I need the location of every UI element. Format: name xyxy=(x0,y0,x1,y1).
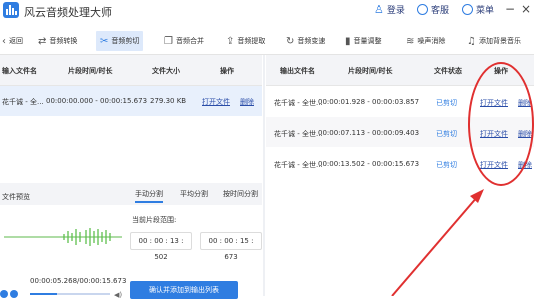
col-input-filename: 输入文件名 xyxy=(2,67,37,75)
tab-audio-cut[interactable]: ✂ 音频剪切 xyxy=(96,31,144,51)
output-status: 已剪切 xyxy=(436,130,457,138)
tab-audio-convert-label: 音频转换 xyxy=(49,37,78,45)
annotation-ellipse xyxy=(468,62,534,186)
menu-label: 菜单 xyxy=(476,6,495,16)
start-time-input[interactable]: 00 : 00 : 13 : 502 xyxy=(130,232,192,261)
input-file-size: 279.30 KB xyxy=(150,97,187,105)
app-logo-icon xyxy=(3,2,19,18)
output-status: 已剪切 xyxy=(436,99,457,107)
extract-icon: ⇪ xyxy=(226,35,235,47)
input-panel: 输入文件名 片段时间/时长 文件大小 操作 花千诚 - 全... 00:00:0… xyxy=(0,55,262,299)
support-label: 客服 xyxy=(431,6,450,16)
tab-audio-extract[interactable]: ⇪ 音频提取 xyxy=(226,31,265,51)
back-arrow-icon: ‹ xyxy=(2,35,6,47)
tab-time-split[interactable]: 按时间分割 xyxy=(223,189,258,199)
output-filename: 花千诚 - 全世... xyxy=(274,161,323,169)
tab-audio-merge[interactable]: ❐ 音频合并 xyxy=(164,31,204,51)
tab-audio-speed-label: 音频变速 xyxy=(297,37,326,45)
col-input-action: 操作 xyxy=(220,67,234,75)
merge-icon: ❐ xyxy=(164,35,173,47)
menu-button[interactable]: 菜单 xyxy=(462,3,494,16)
playback-controls: ◀) xyxy=(0,290,122,298)
output-time-range: 00:00:07.113 - 00:00:09.403 xyxy=(318,129,420,137)
tab-audio-merge-label: 音频合并 xyxy=(175,37,204,45)
function-toolbar: ‹ 返回 ⇄ 音频转换 ✂ 音频剪切 ❐ 音频合并 ⇪ 音频提取 ↻ 音频变速 … xyxy=(0,27,534,55)
speed-icon: ↻ xyxy=(286,35,295,47)
login-button[interactable]: ♙ 登录 xyxy=(374,3,405,16)
convert-icon: ⇄ xyxy=(38,35,47,47)
tab-audio-convert[interactable]: ⇄ 音频转换 xyxy=(38,31,77,51)
output-filename: 花千诚 - 全世... xyxy=(274,130,323,138)
minimize-button[interactable]: − xyxy=(505,2,515,16)
scissors-icon: ✂ xyxy=(100,35,109,47)
back-label: 返回 xyxy=(9,37,23,45)
volume-icon[interactable]: ◀) xyxy=(114,291,122,298)
open-file-link[interactable]: 打开文件 xyxy=(202,97,230,107)
col-input-size: 文件大小 xyxy=(152,67,180,75)
panel-divider xyxy=(263,55,265,296)
output-time-range: 00:00:13.502 - 00:00:15.673 xyxy=(318,160,420,168)
input-time-range: 00:00:00.000 - 00:00:15.673 xyxy=(46,97,148,105)
tab-noise-removal[interactable]: ≋ 噪声消除 xyxy=(406,31,445,51)
play-button[interactable] xyxy=(0,290,8,298)
tab-audio-speed[interactable]: ↻ 音频变速 xyxy=(286,31,325,51)
close-button[interactable]: × xyxy=(521,2,531,16)
login-label: 登录 xyxy=(386,6,405,16)
col-output-time: 片段时间/时长 xyxy=(348,67,393,75)
stop-button[interactable] xyxy=(10,290,18,298)
confirm-add-button[interactable]: 确认并添加到输出列表 xyxy=(130,281,238,299)
segment-range-label: 当前片段范围: xyxy=(132,216,177,224)
table-row[interactable]: 花千诚 - 全... 00:00:00.000 - 00:00:15.673 2… xyxy=(0,86,262,116)
tab-add-bgm[interactable]: ♫ 添加背景音乐 xyxy=(467,31,521,51)
tab-average-split[interactable]: 平均分割 xyxy=(180,189,208,199)
end-time-input[interactable]: 00 : 00 : 15 : 673 xyxy=(200,232,262,261)
progress-fill xyxy=(30,293,57,295)
waveform[interactable] xyxy=(4,225,124,249)
preview-label: 文件预览 xyxy=(2,193,30,201)
tab-audio-extract-label: 音频提取 xyxy=(237,37,266,45)
app-title: 风云音频处理大师 xyxy=(24,6,112,19)
tab-audio-cut-label: 音频剪切 xyxy=(111,37,140,45)
title-bar: 风云音频处理大师 ♙ 登录 客服 菜单 − × xyxy=(0,0,534,24)
input-table-header: 输入文件名 片段时间/时长 文件大小 操作 xyxy=(0,55,262,86)
col-output-filename: 输出文件名 xyxy=(280,67,315,75)
back-button[interactable]: ‹ 返回 xyxy=(2,31,23,51)
delete-link[interactable]: 删除 xyxy=(240,97,254,107)
output-filename: 花千诚 - 全世... xyxy=(274,99,323,107)
tab-volume-adjust-label: 音量调整 xyxy=(353,37,382,45)
noise-icon: ≋ xyxy=(406,35,415,47)
tab-volume-adjust[interactable]: ▮ 音量调整 xyxy=(345,31,382,51)
input-filename: 花千诚 - 全... xyxy=(2,98,44,106)
tab-add-bgm-label: 添加背景音乐 xyxy=(478,37,521,45)
tab-noise-removal-label: 噪声消除 xyxy=(417,37,446,45)
playback-time: 00:00:05.268/00:00:15.673 xyxy=(30,277,127,285)
headset-icon xyxy=(417,4,428,15)
output-time-range: 00:00:01.928 - 00:00:03.857 xyxy=(318,98,420,106)
output-status: 已剪切 xyxy=(436,161,457,169)
tab-manual-split[interactable]: 手动分割 xyxy=(135,189,163,203)
user-icon: ♙ xyxy=(374,3,384,16)
music-note-icon: ♫ xyxy=(467,35,476,47)
menu-icon xyxy=(462,4,473,15)
col-output-status: 文件状态 xyxy=(434,67,462,75)
support-button[interactable]: 客服 xyxy=(417,3,449,16)
volume-bars-icon: ▮ xyxy=(345,35,351,47)
col-input-time: 片段时间/时长 xyxy=(68,67,113,75)
